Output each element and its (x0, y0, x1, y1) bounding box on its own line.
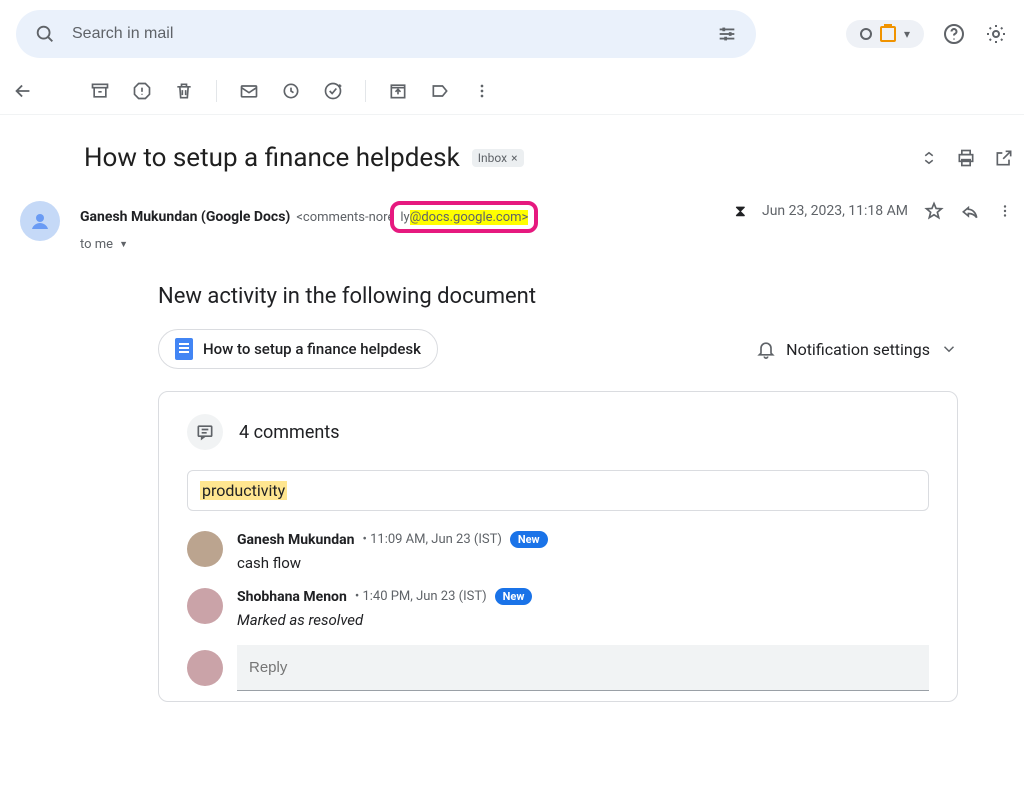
search-icon (34, 23, 56, 45)
sender-name: Ganesh Mukundan (Google Docs) (80, 209, 290, 225)
current-user-avatar (187, 650, 223, 686)
commenter-avatar (187, 531, 223, 567)
doc-title: How to setup a finance helpdesk (203, 340, 421, 358)
sender-avatar (20, 201, 60, 241)
label-icon[interactable] (430, 81, 450, 101)
show-details-icon[interactable]: ▼ (119, 239, 128, 250)
remove-label-x-icon[interactable]: × (511, 151, 517, 165)
print-icon[interactable] (956, 148, 976, 168)
comment-time: • 1:40 PM, Jun 23 (IST) (355, 589, 487, 604)
move-to-icon[interactable] (388, 81, 408, 101)
more-icon[interactable] (472, 81, 492, 101)
calendar-icon (880, 26, 896, 42)
comment-text: Marked as resolved (237, 611, 929, 629)
chevron-down-icon (940, 340, 958, 358)
archive-icon[interactable] (90, 81, 110, 101)
topbar-right: ▾ (846, 20, 1008, 48)
snooze-icon[interactable] (281, 81, 301, 101)
search-options-icon[interactable] (716, 23, 738, 45)
top-bar: ▾ (0, 0, 1024, 68)
mark-unread-icon[interactable] (239, 81, 259, 101)
dynamic-mail-icon: ⧗ (735, 201, 746, 221)
delete-icon[interactable] (174, 81, 194, 101)
more-menu-icon[interactable] (996, 202, 1014, 220)
separator (216, 80, 217, 102)
comments-card: 4 comments productivity Ganesh Mukundan … (158, 391, 958, 702)
sender-address-prefix: <comments-nore (296, 210, 394, 225)
topic-text: productivity (200, 481, 287, 500)
add-to-tasks-icon[interactable] (323, 81, 343, 101)
email-pane: How to setup a finance helpdesk Inbox × … (0, 115, 1024, 702)
search-input[interactable] (72, 25, 700, 43)
collapse-expand-icon[interactable] (920, 149, 938, 167)
reply-input[interactable] (237, 645, 929, 691)
notification-settings-link[interactable]: Notification settings (756, 339, 958, 359)
subject-row: How to setup a finance helpdesk Inbox × (84, 143, 1014, 173)
comments-count: 4 comments (239, 422, 340, 443)
commenter-avatar (187, 588, 223, 624)
comments-icon (187, 414, 223, 450)
status-indicator[interactable]: ▾ (846, 20, 924, 48)
comment-topic-box[interactable]: productivity (187, 470, 929, 511)
search-box[interactable] (16, 10, 756, 58)
reply-icon[interactable] (960, 201, 980, 221)
chevron-down-icon: ▾ (904, 27, 910, 41)
to-text: to me (80, 237, 113, 252)
google-docs-icon (175, 338, 193, 360)
to-line[interactable]: to me ▼ (80, 237, 715, 252)
comment-time: • 11:09 AM, Jun 23 (IST) (362, 532, 501, 547)
sender-line: Ganesh Mukundan (Google Docs) <comments-… (80, 201, 715, 233)
help-icon[interactable] (942, 22, 966, 46)
inbox-label-chip[interactable]: Inbox × (472, 149, 524, 167)
highlight-box: ly@docs.google.com> (390, 201, 538, 233)
commenter-name: Ganesh Mukundan (237, 532, 354, 548)
back-icon[interactable] (12, 80, 34, 102)
email-toolbar (0, 68, 1024, 115)
new-badge: New (510, 531, 548, 548)
sender-meta: ⧗ Jun 23, 2023, 11:18 AM (735, 201, 1014, 221)
sender-row: Ganesh Mukundan (Google Docs) <comments-… (20, 201, 1014, 252)
new-badge: New (495, 588, 533, 605)
star-icon[interactable] (924, 201, 944, 221)
comments-header: 4 comments (187, 414, 929, 450)
sender-block: Ganesh Mukundan (Google Docs) <comments-… (80, 201, 715, 252)
status-circle-icon (860, 28, 872, 40)
activity-heading: New activity in the following document (158, 284, 1014, 309)
email-body: New activity in the following document H… (158, 284, 1014, 702)
sender-address-highlight: @docs.google.com> (410, 210, 529, 225)
spam-icon[interactable] (132, 81, 152, 101)
inbox-label-text: Inbox (478, 151, 507, 165)
subject-actions (920, 148, 1014, 168)
separator (365, 80, 366, 102)
settings-gear-icon[interactable] (984, 22, 1008, 46)
notif-label: Notification settings (786, 340, 930, 359)
reply-row (187, 645, 929, 691)
comment-item: Ganesh Mukundan • 11:09 AM, Jun 23 (IST)… (187, 531, 929, 572)
sender-address-mid: ly (400, 210, 409, 225)
open-new-window-icon[interactable] (994, 148, 1014, 168)
bell-icon (756, 339, 776, 359)
commenter-name: Shobhana Menon (237, 589, 347, 605)
email-subject: How to setup a finance helpdesk (84, 143, 460, 173)
email-date: Jun 23, 2023, 11:18 AM (762, 203, 908, 219)
document-chip[interactable]: How to setup a finance helpdesk (158, 329, 438, 369)
comment-item: Shobhana Menon • 1:40 PM, Jun 23 (IST) N… (187, 588, 929, 629)
doc-row: How to setup a finance helpdesk Notifica… (158, 329, 958, 369)
comment-text: cash flow (237, 554, 929, 572)
